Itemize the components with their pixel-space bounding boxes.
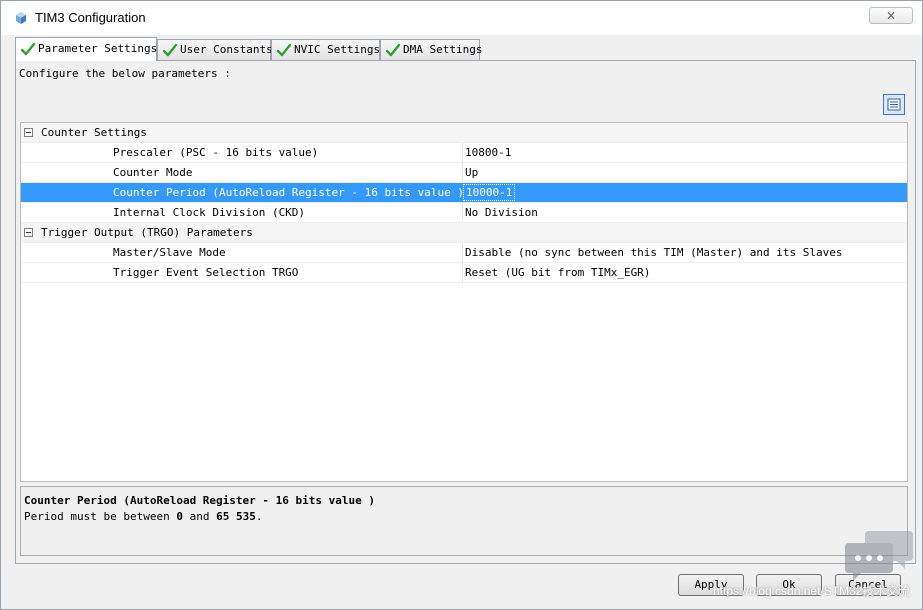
param-value[interactable]: No Division [465,206,538,219]
cube-icon [16,12,26,24]
tab-dma-settings[interactable]: DMA Settings [380,39,483,60]
checkmark-icon [385,43,401,57]
description-title: Counter Period (AutoReload Register - 16… [24,494,375,507]
tab-label: User Constants [180,43,273,56]
parameter-grid: Counter Settings Prescaler (PSC - 16 bit… [20,122,908,482]
group-row-counter-settings[interactable]: Counter Settings [21,123,907,143]
param-row-counter-period[interactable]: Counter Period (AutoReload Register - 16… [21,183,907,203]
param-name: Trigger Event Selection TRGO [113,266,299,279]
collapse-minus-icon[interactable] [24,128,33,137]
title-bar: TIM3 Configuration ⨯ [1,1,922,35]
param-row-trigger-event-selection[interactable]: Trigger Event Selection TRGO Reset (UG b… [21,263,907,283]
param-row-counter-mode[interactable]: Counter Mode Up [21,163,907,183]
tab-user-constants[interactable]: User Constants [157,39,273,60]
description-text: Period must be between 0 and 65 535. [24,510,262,523]
param-value[interactable]: Disable (no sync between this TIM (Maste… [465,246,843,259]
param-row-clock-division[interactable]: Internal Clock Division (CKD) No Divisio… [21,203,907,223]
range-min: 0 [176,510,183,523]
group-row-trigger-output[interactable]: Trigger Output (TRGO) Parameters [21,223,907,243]
description-prefix: Period must be between [24,510,177,523]
instruction-text: Configure the below parameters : [19,67,231,80]
group-label: Trigger Output (TRGO) Parameters [41,226,253,239]
param-name: Prescaler (PSC - 16 bits value) [113,146,319,159]
description-suffix: . [255,510,263,523]
watermark-text: https://blog.csdn.net/STM32技术交流 [713,584,911,598]
group-label: Counter Settings [41,126,147,139]
list-view-toggle-button[interactable] [883,94,905,115]
tab-nvic-settings[interactable]: NVIC Settings [271,39,380,60]
description-panel: Counter Period (AutoReload Register - 16… [20,486,908,556]
param-row-prescaler[interactable]: Prescaler (PSC - 16 bits value) 10800-1 [21,143,907,163]
chat-bubble-icon [845,531,913,581]
tab-label: NVIC Settings [294,43,381,56]
param-name: Internal Clock Division (CKD) [113,206,306,219]
close-button[interactable]: ⨯ [869,7,913,24]
param-value[interactable]: 10800-1 [465,146,511,159]
tab-parameter-settings[interactable]: Parameter Settings [15,37,157,61]
param-row-master-slave-mode[interactable]: Master/Slave Mode Disable (no sync betwe… [21,243,907,263]
tab-content-panel: Configure the below parameters : Counter… [15,60,916,564]
checkmark-icon [276,43,292,57]
description-mid: and [182,510,217,523]
param-name: Counter Mode [113,166,193,179]
param-value[interactable]: Reset (UG bit from TIMx_EGR) [465,266,650,279]
param-value[interactable]: Up [465,166,478,179]
range-max: 65 535 [216,510,256,523]
window-title: TIM3 Configuration [35,10,146,25]
param-value[interactable]: 10000-1 [463,184,516,201]
checkmark-icon [162,43,178,57]
checkmark-icon [20,42,36,56]
tab-label: DMA Settings [403,43,483,56]
collapse-minus-icon[interactable] [24,228,33,237]
list-view-icon [887,98,901,111]
config-dialog: TIM3 Configuration ⨯ Parameter Settings … [0,0,923,610]
param-name: Counter Period (AutoReload Register - 16… [113,186,464,199]
tab-label: Parameter Settings [38,42,158,55]
param-name: Master/Slave Mode [113,246,226,259]
